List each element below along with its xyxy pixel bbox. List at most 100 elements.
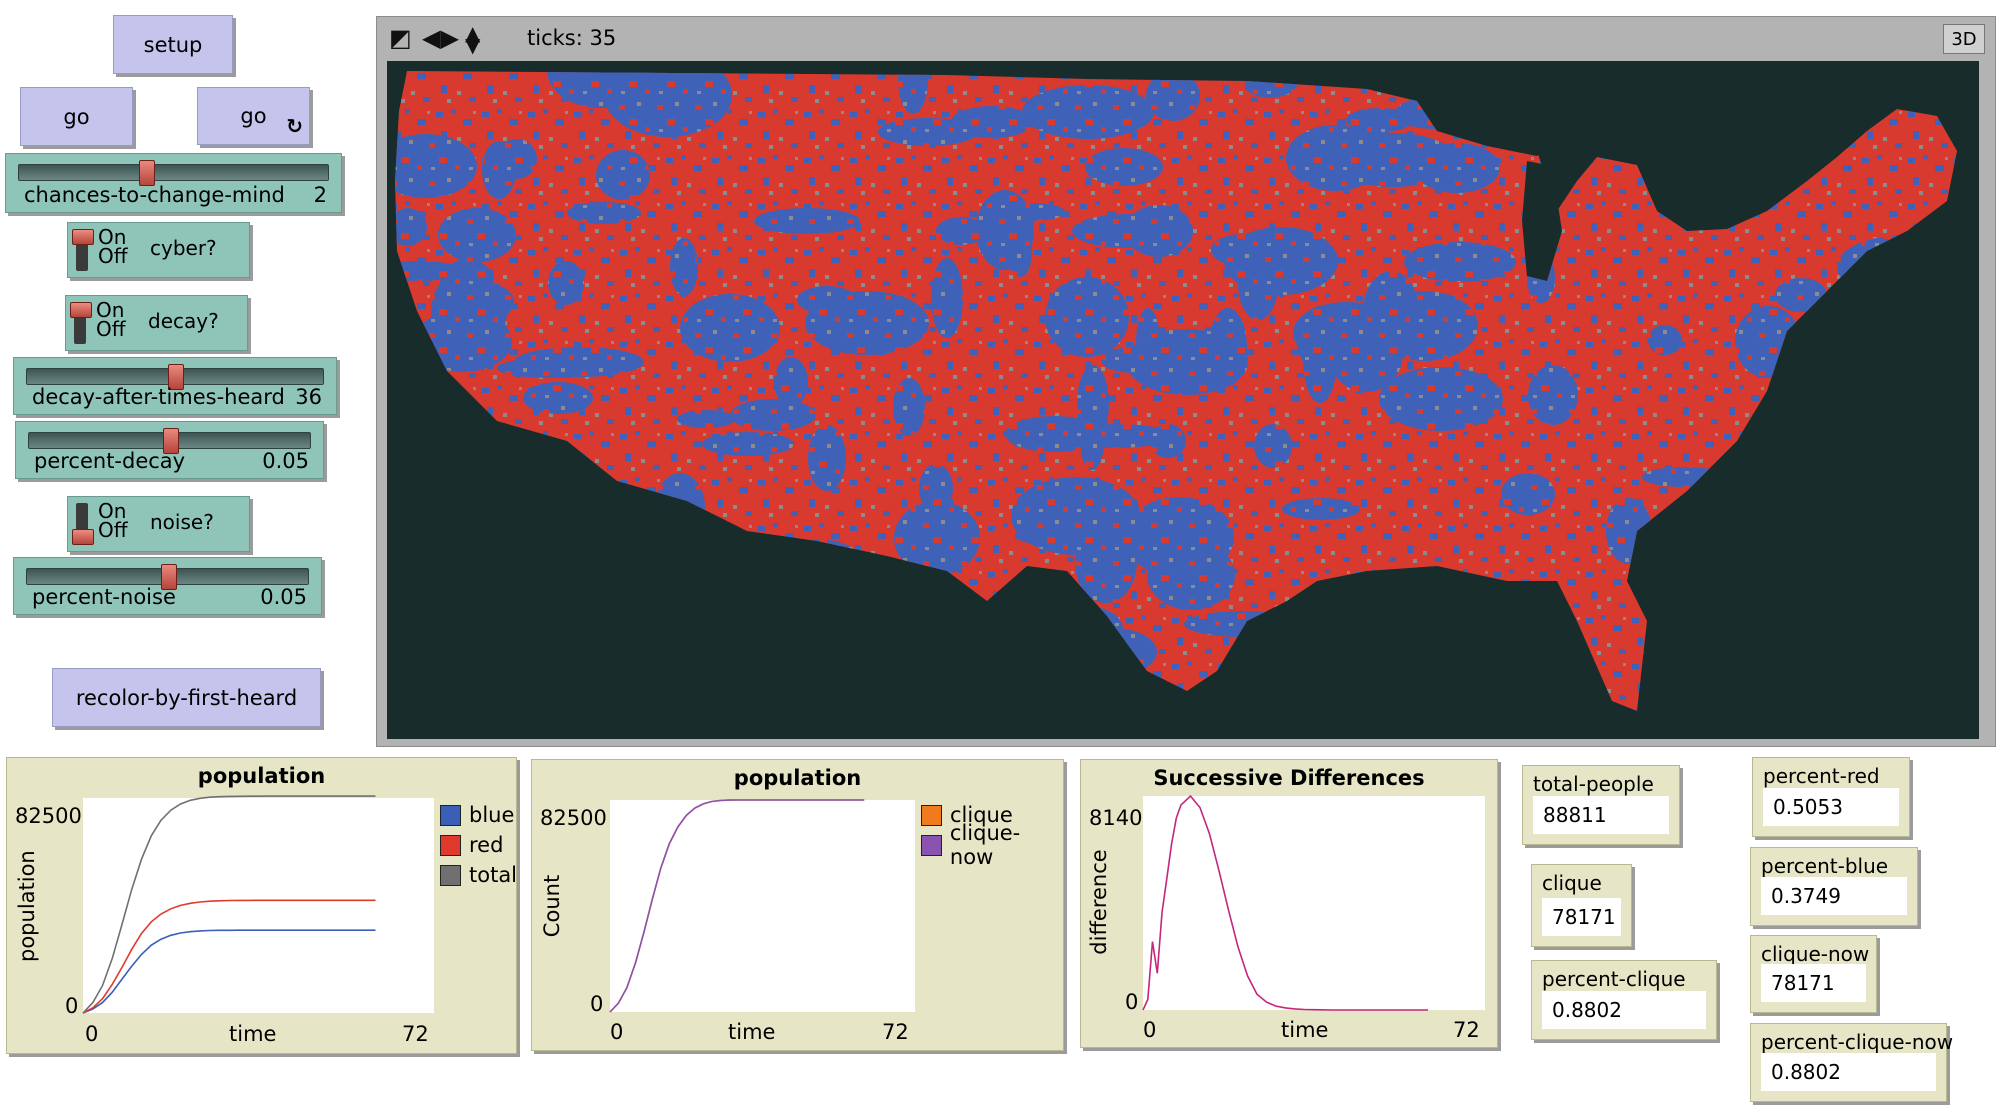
blue-region [1404,242,1516,282]
blue-region [745,671,795,711]
slider-track[interactable] [26,364,324,390]
world-canvas[interactable] [387,61,1979,739]
x-axis-label: time [229,1022,277,1046]
slider-percent-decay[interactable]: percent-decay 0.05 [15,421,324,479]
blue-region [567,202,641,224]
blue-region [1416,71,1442,80]
switch-cyber[interactable]: On Off cyber? [67,222,250,278]
blue-region [1773,483,1837,551]
slider-chances-to-change-mind[interactable]: chances-to-change-mind 2 [5,153,342,213]
switch-knob[interactable] [72,229,94,245]
blue-region [1652,713,1760,739]
series-line-difference [1142,794,1428,1011]
vertical-arrows-icon[interactable]: ▲ ▼ [465,23,480,55]
slider-label: percent-noise [32,585,176,609]
blue-region [614,572,702,630]
switch-off-label: Off [98,518,128,542]
switch-track[interactable] [70,302,92,344]
forever-loop-icon: ↻ [286,114,303,138]
world-view: ◩ ◀▶ ▲ ▼ ticks: 35 3D [376,16,1996,747]
legend-label: red [469,833,504,857]
blue-region [482,141,516,199]
legend-swatch [440,834,461,856]
go-once-button[interactable]: go [20,87,133,146]
x-min-tick: 0 [85,1022,99,1046]
y-axis-label: difference [1087,849,1111,955]
slider-percent-noise[interactable]: percent-noise 0.05 [13,557,322,615]
slider-decay-after-times-heard[interactable]: decay-after-times-heard 36 [13,357,337,415]
plot-title: population [733,766,862,790]
series-line-red [82,899,376,1014]
switch-noise[interactable]: On Off noise? [67,496,250,552]
blue-region [621,713,695,739]
blue-region [1049,606,1123,652]
switch-track[interactable] [72,229,94,271]
blue-region [1224,227,1338,295]
switch-track[interactable] [72,503,94,545]
monitor-total-people: total-people 88811 [1522,765,1680,845]
blue-region [800,688,824,711]
series-line-clique [609,799,865,1013]
slider-value: 0.05 [260,585,307,609]
monitor-label: percent-clique-now [1761,1030,1954,1054]
blue-region [1211,680,1245,711]
legend-label: total [469,863,518,887]
monitor-clique: clique 78171 [1531,864,1632,947]
3d-view-button[interactable]: 3D [1943,24,1985,54]
blue-region [1072,214,1182,248]
x-min-tick: 0 [610,1020,624,1044]
blue-region [1490,71,1528,90]
x-min-tick: 0 [1143,1018,1157,1042]
legend-item-total: total [440,860,517,890]
legend-item-clique-now: clique-now [921,821,1063,869]
switch-label: noise? [150,510,214,534]
monitor-value: 0.5053 [1763,788,1899,826]
blue-region [548,261,584,305]
recolor-by-first-heard-button[interactable]: recolor-by-first-heard [52,668,321,727]
recolor-button-label: recolor-by-first-heard [75,685,298,710]
blue-region [1146,71,1200,121]
3d-button-label: 3D [1951,28,1977,50]
slider-track[interactable] [28,428,311,454]
legend-label: clique-now [949,821,1021,869]
setup-button[interactable]: setup [113,15,233,74]
blue-region [828,654,918,698]
slider-label: chances-to-change-mind [24,183,285,207]
blue-region [702,432,794,456]
plot-legend: clique clique-now [921,800,1063,869]
slider-track[interactable] [18,160,329,186]
slider-track[interactable] [26,564,309,590]
switch-knob[interactable] [70,302,92,318]
y-min-tick: 0 [590,992,604,1016]
blue-region [531,546,649,564]
zoom-toggle-icon[interactable]: ◩ [389,26,412,50]
blue-region [1254,424,1292,468]
slider-label: decay-after-times-heard [32,385,285,409]
blue-region [1661,539,1743,591]
series-line-total [82,795,376,1014]
plot-area [609,799,915,1013]
blue-region [1051,424,1175,448]
go-forever-button[interactable]: go ↻ [197,87,310,145]
monitor-percent-red: percent-red 0.5053 [1752,757,1910,837]
slider-label: percent-decay [34,449,186,473]
y-min-tick: 0 [1125,990,1139,1014]
legend-item-red: red [440,830,517,860]
switch-decay[interactable]: On Off decay? [65,295,248,351]
switch-knob[interactable] [72,529,94,545]
horizontal-arrows-icon[interactable]: ◀▶ [422,26,459,50]
plot-population-colors: population 82500 0 0 72 time population … [6,757,517,1054]
plot-area [1142,794,1485,1011]
blue-region [1528,365,1578,425]
slider-value: 36 [295,385,322,409]
blue-region [1775,278,1827,312]
blue-region [1903,653,1953,681]
monitor-value: 78171 [1761,964,1866,1002]
switch-off-label: Off [96,317,126,341]
legend-swatch [921,804,942,826]
slider-value: 2 [313,183,327,207]
monitor-label: percent-blue [1761,854,1889,878]
blue-region [395,707,439,711]
series-line-blue [82,929,376,1014]
go-forever-button-label: go [240,104,267,128]
